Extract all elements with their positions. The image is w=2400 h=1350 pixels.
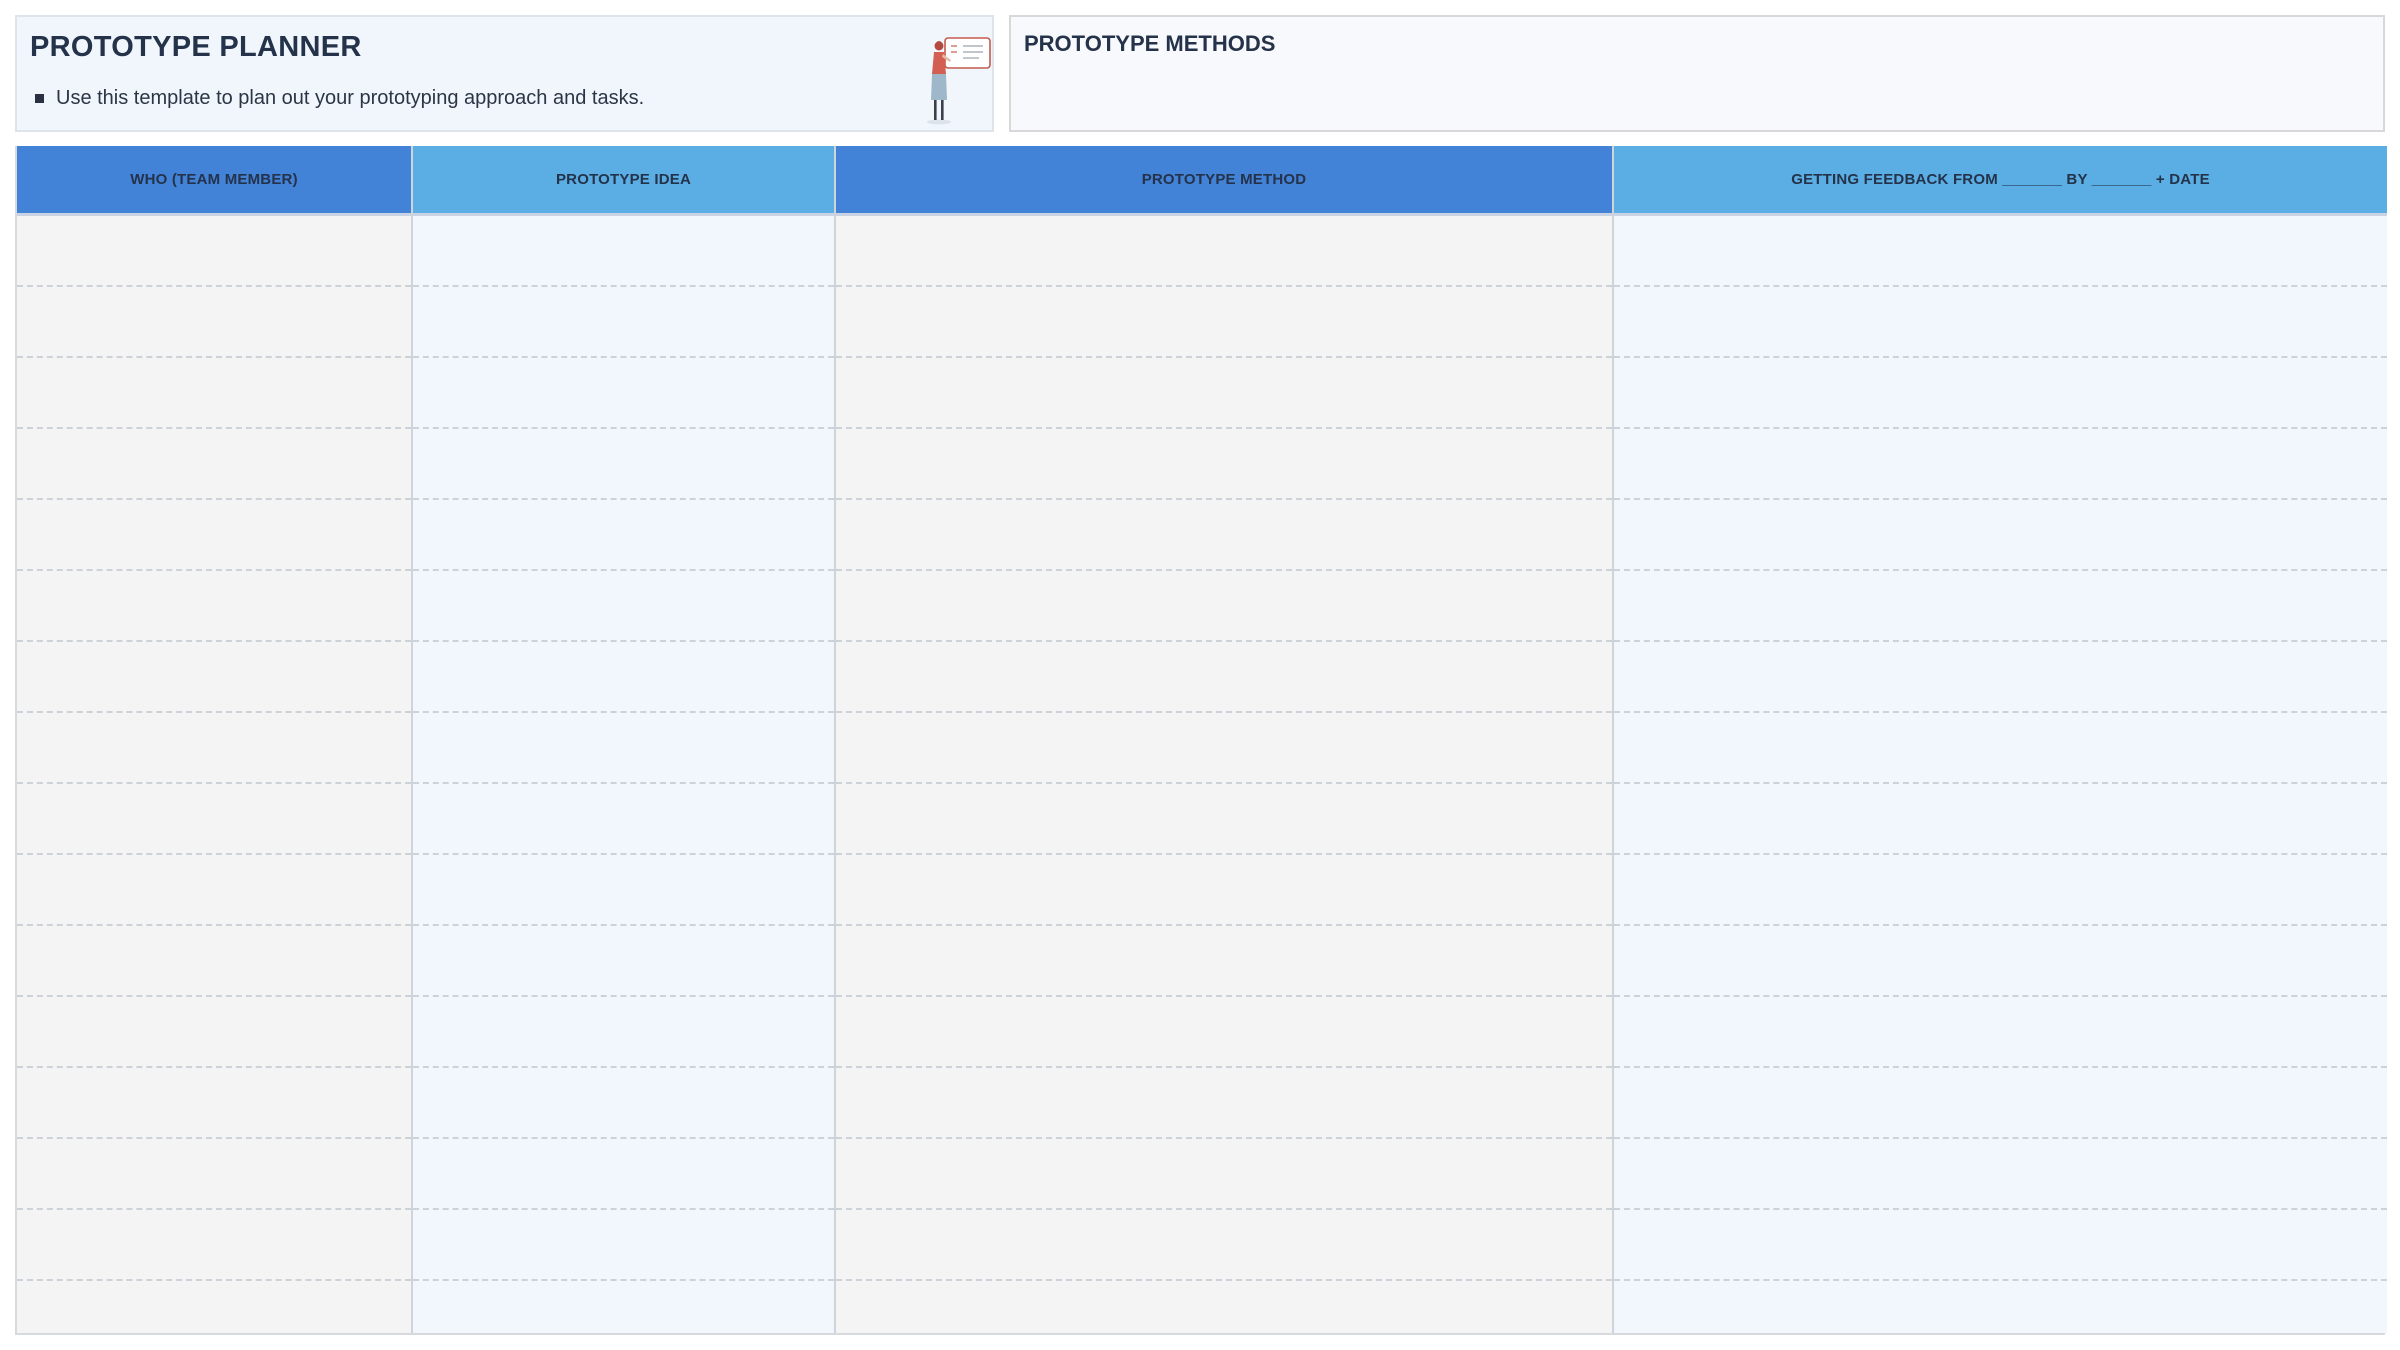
table-row-cell[interactable] <box>17 713 411 784</box>
table-row-cell[interactable] <box>1614 500 2387 571</box>
table-row-cell[interactable] <box>413 358 834 429</box>
table-row-cell[interactable] <box>836 1068 1612 1139</box>
table-row-cell[interactable] <box>836 926 1612 997</box>
table-row-cell[interactable] <box>413 784 834 855</box>
table-row-cell[interactable] <box>17 500 411 571</box>
table-row-cell[interactable] <box>413 926 834 997</box>
table-row-cell[interactable] <box>17 784 411 855</box>
table-row-cell[interactable] <box>1614 997 2387 1068</box>
table-row-cell[interactable] <box>17 216 411 287</box>
table-row-cell[interactable] <box>413 429 834 500</box>
table-row-cell[interactable] <box>1614 855 2387 926</box>
table-row-cell[interactable] <box>1614 926 2387 997</box>
table-row-cell[interactable] <box>413 1210 834 1281</box>
column-header-method: PROTOTYPE METHOD <box>836 146 1612 216</box>
table-row-cell[interactable] <box>836 358 1612 429</box>
table-row-cell[interactable] <box>836 1139 1612 1210</box>
table-row-cell[interactable] <box>17 997 411 1068</box>
table-row-cell[interactable] <box>836 855 1612 926</box>
table-row-cell[interactable] <box>836 571 1612 642</box>
table-row-cell[interactable] <box>836 713 1612 784</box>
table-row-cell[interactable] <box>836 784 1612 855</box>
table-row-cell[interactable] <box>1614 1139 2387 1210</box>
table-row-cell[interactable] <box>1614 713 2387 784</box>
table-row-cell[interactable] <box>836 429 1612 500</box>
column-method: PROTOTYPE METHOD <box>834 146 1612 1333</box>
table-row-cell[interactable] <box>413 500 834 571</box>
table-row-cell[interactable] <box>17 358 411 429</box>
table-row-cell[interactable] <box>413 642 834 713</box>
column-feedback: GETTING FEEDBACK FROM _______ BY _______… <box>1612 146 2387 1333</box>
page-title: PROTOTYPE PLANNER <box>30 31 362 63</box>
column-who: WHO (TEAM MEMBER) <box>17 146 411 1333</box>
table-row-cell[interactable] <box>413 1139 834 1210</box>
column-body-idea[interactable] <box>413 216 834 1333</box>
table-row-cell[interactable] <box>413 997 834 1068</box>
table-row-cell[interactable] <box>836 287 1612 358</box>
table-row-cell[interactable] <box>1614 216 2387 287</box>
column-body-method[interactable] <box>836 216 1612 1333</box>
table-row-cell[interactable] <box>836 997 1612 1068</box>
column-header-idea: PROTOTYPE IDEA <box>413 146 834 216</box>
table-row-cell[interactable] <box>413 1068 834 1139</box>
table-row-cell[interactable] <box>1614 642 2387 713</box>
instruction-text: Use this template to plan out your proto… <box>56 87 645 109</box>
instruction-bullet: Use this template to plan out your proto… <box>35 87 644 110</box>
methods-title: PROTOTYPE METHODS <box>1024 31 1276 56</box>
table-row-cell[interactable] <box>413 216 834 287</box>
bullet-icon <box>35 94 44 103</box>
table-row-cell[interactable] <box>1614 1210 2387 1281</box>
person-whiteboard-icon <box>927 37 991 125</box>
planner-header-panel: PROTOTYPE PLANNER Use this template to p… <box>15 15 994 132</box>
table-row-cell[interactable] <box>1614 571 2387 642</box>
table-row-cell[interactable] <box>1614 1068 2387 1139</box>
table-row-cell[interactable] <box>413 571 834 642</box>
prototype-planner-page: PROTOTYPE PLANNER Use this template to p… <box>0 0 2400 1350</box>
planner-table: WHO (TEAM MEMBER) PROTOTYPE IDEA PROTOTY… <box>15 146 2387 1335</box>
prototype-methods-panel[interactable]: PROTOTYPE METHODS <box>1009 15 2385 132</box>
table-row-cell[interactable] <box>836 1210 1612 1281</box>
table-row-cell[interactable] <box>17 1210 411 1281</box>
table-row-cell[interactable] <box>836 642 1612 713</box>
column-body-who[interactable] <box>17 216 411 1333</box>
table-row-cell[interactable] <box>17 571 411 642</box>
column-header-who: WHO (TEAM MEMBER) <box>17 146 411 216</box>
column-idea: PROTOTYPE IDEA <box>411 146 834 1333</box>
column-body-feedback[interactable] <box>1614 216 2387 1333</box>
table-row-cell[interactable] <box>413 855 834 926</box>
table-row-cell[interactable] <box>17 926 411 997</box>
table-row-cell[interactable] <box>1614 429 2387 500</box>
table-row-cell[interactable] <box>836 216 1612 287</box>
table-row-cell[interactable] <box>836 500 1612 571</box>
table-row-cell[interactable] <box>1614 358 2387 429</box>
table-row-cell[interactable] <box>413 287 834 358</box>
table-row-cell[interactable] <box>17 429 411 500</box>
table-row-cell[interactable] <box>1614 784 2387 855</box>
table-row-cell[interactable] <box>413 713 834 784</box>
table-row-cell[interactable] <box>1614 287 2387 358</box>
table-row-cell[interactable] <box>17 287 411 358</box>
table-row-cell[interactable] <box>17 855 411 926</box>
table-row-cell[interactable] <box>17 642 411 713</box>
table-row-cell[interactable] <box>17 1068 411 1139</box>
table-row-cell[interactable] <box>17 1139 411 1210</box>
column-header-feedback: GETTING FEEDBACK FROM _______ BY _______… <box>1614 146 2387 216</box>
